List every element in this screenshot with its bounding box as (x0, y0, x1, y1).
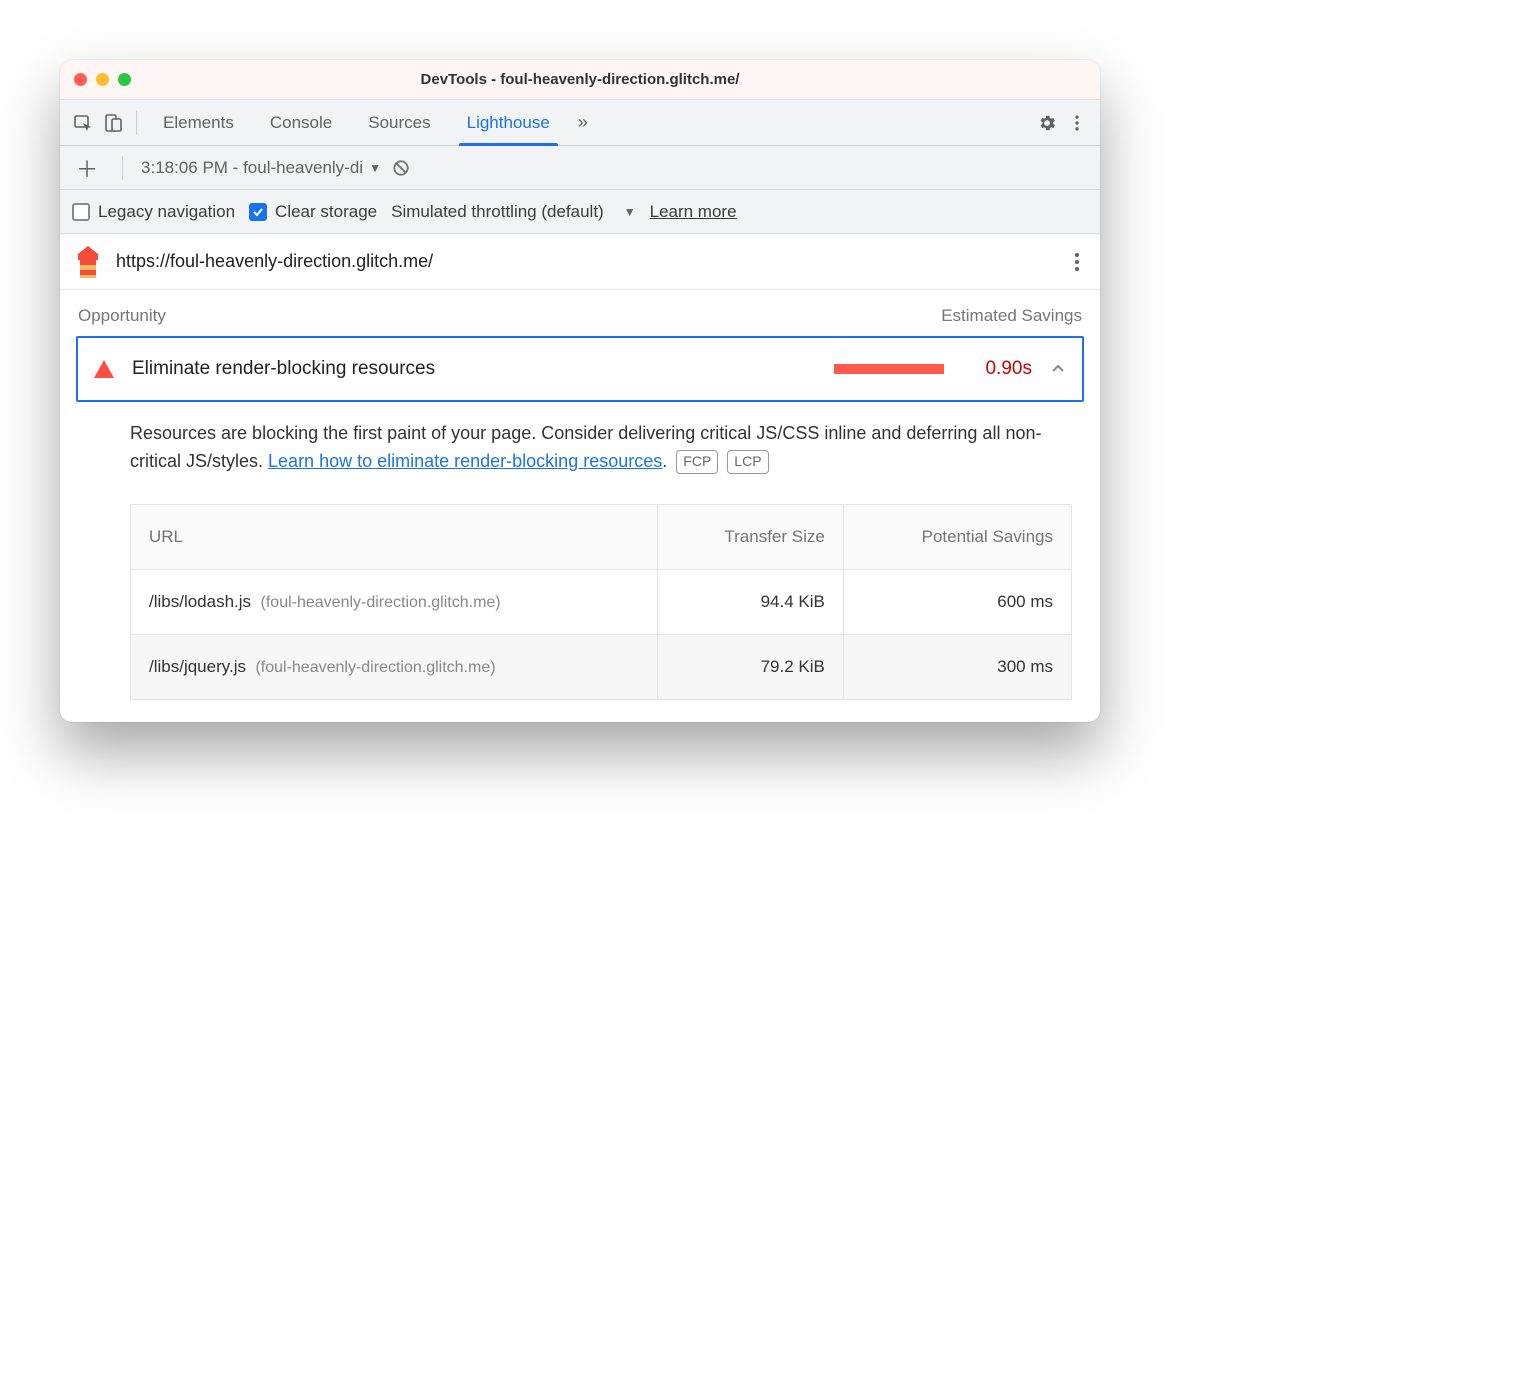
chevron-up-icon[interactable] (1050, 361, 1066, 377)
savings-value: 0.90s (962, 358, 1032, 380)
tab-lighthouse[interactable]: Lighthouse (449, 100, 568, 146)
caret-down-icon[interactable]: ▼ (624, 205, 636, 219)
learn-more-link[interactable]: Learn more (650, 202, 737, 222)
opportunity-title: Eliminate render-blocking resources (132, 358, 816, 380)
badge-fcp: FCP (676, 450, 718, 474)
inspect-element-icon[interactable] (68, 108, 98, 138)
panel-tabs: Elements Console Sources Lighthouse » (145, 100, 598, 146)
col-url: URL (131, 504, 658, 569)
lighthouse-logo-icon (74, 246, 102, 278)
zoom-window-button[interactable] (118, 73, 131, 86)
report-url: https://foul-heavenly-direction.glitch.m… (116, 251, 1054, 272)
opportunity-row[interactable]: Eliminate render-blocking resources 0.90… (76, 336, 1084, 402)
tab-elements[interactable]: Elements (145, 100, 252, 146)
legacy-navigation-option[interactable]: Legacy navigation (72, 202, 235, 222)
opportunity-header-right: Estimated Savings (941, 306, 1082, 326)
caret-down-icon: ▼ (369, 161, 381, 175)
legacy-navigation-label: Legacy navigation (98, 202, 235, 222)
more-tabs-icon[interactable]: » (568, 108, 598, 138)
divider (122, 156, 123, 180)
clear-report-icon[interactable] (391, 158, 411, 178)
description-period: . (662, 451, 667, 471)
lighthouse-options: Legacy navigation Clear storage Simulate… (60, 190, 1100, 234)
report-selector-label: 3:18:06 PM - foul-heavenly-di (141, 158, 363, 178)
throttling-selector[interactable]: Simulated throttling (default) (391, 202, 604, 222)
resource-savings: 300 ms (843, 634, 1071, 699)
traffic-lights (60, 73, 131, 86)
checkbox-checked-icon (249, 203, 267, 221)
savings-bar (834, 364, 944, 374)
table-row: /libs/jquery.js (foul-heavenly-direction… (131, 634, 1072, 699)
tab-sources[interactable]: Sources (350, 100, 448, 146)
main-tabbar: Elements Console Sources Lighthouse » (60, 100, 1100, 146)
clear-storage-label: Clear storage (275, 202, 377, 222)
device-toolbar-icon[interactable] (98, 108, 128, 138)
resource-host: (foul-heavenly-direction.glitch.me) (261, 594, 501, 611)
report-selector[interactable]: 3:18:06 PM - foul-heavenly-di ▼ (141, 158, 381, 178)
resource-size: 79.2 KiB (657, 634, 843, 699)
resource-path: /libs/lodash.js (149, 592, 251, 611)
close-window-button[interactable] (74, 73, 87, 86)
resources-table: URL Transfer Size Potential Savings /lib… (130, 504, 1072, 700)
window-title: DevTools - foul-heavenly-direction.glitc… (60, 71, 1100, 88)
new-report-button[interactable]: ＋ (70, 152, 104, 184)
minimize-window-button[interactable] (96, 73, 109, 86)
fail-triangle-icon (94, 360, 114, 378)
divider (136, 111, 137, 135)
resource-path: /libs/jquery.js (149, 657, 246, 676)
description-link[interactable]: Learn how to eliminate render-blocking r… (268, 451, 662, 471)
devtools-window: DevTools - foul-heavenly-direction.glitc… (60, 60, 1100, 722)
opportunity-description: Resources are blocking the first paint o… (60, 402, 1100, 476)
throttling-label: Simulated throttling (default) (391, 202, 604, 222)
lighthouse-subbar: ＋ 3:18:06 PM - foul-heavenly-di ▼ (60, 146, 1100, 190)
settings-gear-icon[interactable] (1032, 108, 1062, 138)
report-menu-icon[interactable] (1068, 251, 1086, 273)
opportunity-header: Opportunity Estimated Savings (60, 290, 1100, 336)
kebab-menu-icon[interactable] (1062, 108, 1092, 138)
col-savings: Potential Savings (843, 504, 1071, 569)
table-row: /libs/lodash.js (foul-heavenly-direction… (131, 569, 1072, 634)
resource-size: 94.4 KiB (657, 569, 843, 634)
titlebar: DevTools - foul-heavenly-direction.glitc… (60, 60, 1100, 100)
report-urlbar: https://foul-heavenly-direction.glitch.m… (60, 234, 1100, 290)
badge-lcp: LCP (727, 450, 768, 474)
tab-console[interactable]: Console (252, 100, 350, 146)
resource-host: (foul-heavenly-direction.glitch.me) (255, 659, 495, 676)
resource-savings: 600 ms (843, 569, 1071, 634)
checkbox-unchecked-icon (72, 203, 90, 221)
col-size: Transfer Size (657, 504, 843, 569)
opportunity-header-left: Opportunity (78, 306, 166, 326)
clear-storage-option[interactable]: Clear storage (249, 202, 377, 222)
